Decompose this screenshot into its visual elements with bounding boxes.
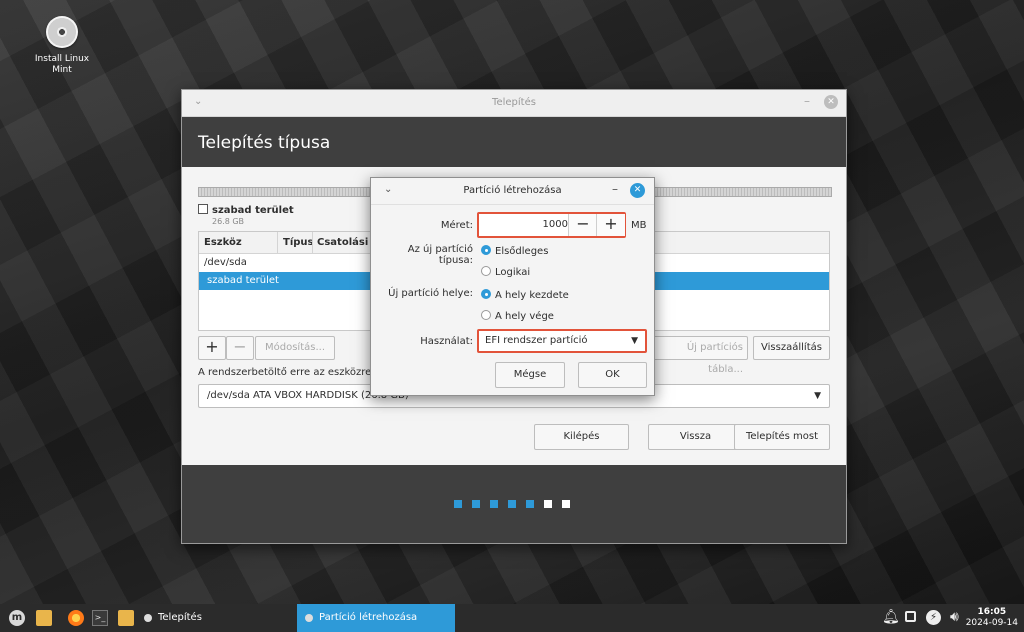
progress-step-dot [526,500,534,508]
radio-logical-label: Logikai [495,267,531,278]
files-launcher-icon[interactable] [36,610,52,626]
close-icon[interactable]: ✕ [630,183,645,198]
create-partition-dialog: ⌄ Partíció létrehozása – ✕ Méret: 1000 −… [370,177,655,396]
cancel-button[interactable]: Mégse [495,362,565,388]
installer-titlebar: ⌄ Telepítés – ✕ [182,90,846,117]
revert-button[interactable]: Visszaállítás [753,336,830,360]
progress-step-dot [544,500,552,508]
taskbar: m >_ Telepítés Partíció létrehozása 🔔︎ ⚡… [0,604,1024,632]
disc-icon [305,614,313,622]
dropdown-arrow-icon: ▼ [631,336,638,346]
radio-unchecked-icon [481,310,491,320]
radio-primary-label: Elsődleges [495,246,549,257]
progress-step-dot [490,500,498,508]
clock[interactable]: 16:05 2024-09-14 [966,607,1018,629]
progress-step-dot [562,500,570,508]
close-icon[interactable]: ✕ [824,95,838,109]
radio-location-start-label: A hely kezdete [495,290,569,301]
size-label: Méret: [440,220,473,231]
bootloader-label: A rendszerbetöltő erre az eszközre ke [198,367,387,378]
ok-button[interactable]: OK [578,362,647,388]
back-button[interactable]: Vissza [648,424,743,450]
radio-primary[interactable]: Elsődleges [481,245,548,257]
column-header-type[interactable]: Típus [283,237,313,248]
task-create-partition-label: Partíció létrehozása [319,612,418,623]
firefox-launcher-icon[interactable] [68,610,84,626]
radio-logical[interactable]: Logikai [481,266,530,278]
use-as-label: Használat: [420,336,473,347]
add-partition-button[interactable]: + [198,336,226,360]
desktop: Install Linux Mint ⌄ Telepítés – ✕ Telep… [0,0,1024,604]
remove-partition-button[interactable]: − [226,336,254,360]
new-partition-table-button[interactable]: Új partíciós tábla... [652,336,748,375]
change-partition-button[interactable]: Módosítás... [255,336,335,360]
partition-location-label: Új partíció helye: [388,288,473,299]
radio-location-end[interactable]: A hely vége [481,310,554,322]
progress-step-dot [508,500,516,508]
radio-checked-icon [481,289,491,299]
size-decrement-button[interactable]: − [568,214,597,236]
bell-icon[interactable]: 🔔︎ [882,609,900,625]
progress-dots [454,498,580,511]
disc-icon [144,614,152,622]
clock-time: 16:05 [977,607,1007,617]
use-as-select[interactable]: EFI rendszer partíció ▼ [477,329,647,353]
installer-footer [182,465,846,543]
mint-menu-icon[interactable]: m [9,610,25,626]
free-space-label: szabad terület [212,205,294,216]
quit-button[interactable]: Kilépés [534,424,629,450]
radio-location-end-label: A hely vége [495,311,554,322]
radio-unchecked-icon [481,266,491,276]
page-title: Telepítés típusa [182,117,846,167]
progress-step-dot [472,500,480,508]
free-space-legend: szabad terület 26.8 GB [198,203,294,226]
task-create-partition[interactable]: Partíció létrehozása [297,604,455,632]
radio-location-start[interactable]: A hely kezdete [481,289,569,301]
size-stepper[interactable]: 1000 − + [477,212,626,238]
partition-type-label: Az új partíció típusa: [407,244,473,266]
display-icon[interactable] [905,611,916,622]
size-unit: MB [631,220,647,231]
legend-swatch-icon [198,204,208,214]
free-space-size: 26.8 GB [212,217,245,226]
desktop-icon-label: Install Linux Mint [34,54,90,75]
minimize-icon[interactable]: – [612,182,618,196]
size-input[interactable]: 1000 [479,214,568,236]
progress-step-dot [454,500,462,508]
disc-icon [46,16,78,48]
volume-icon[interactable]: 🔊︎ [950,609,959,625]
task-installer-label: Telepítés [158,612,202,623]
install-now-button[interactable]: Telepítés most [734,424,830,450]
column-header-device[interactable]: Eszköz [204,237,242,248]
terminal-launcher-icon[interactable]: >_ [92,610,108,626]
power-icon[interactable]: ⚡︎ [926,610,941,625]
minimize-icon[interactable]: – [804,94,810,108]
install-linux-mint-shortcut[interactable]: Install Linux Mint [28,16,96,76]
use-as-value: EFI rendszer partíció [485,335,588,346]
folder-launcher-icon[interactable] [118,610,134,626]
clock-date: 2024-09-14 [965,618,1018,628]
radio-checked-icon [481,245,491,255]
size-increment-button[interactable]: + [596,214,625,236]
installer-window-title: Telepítés [492,97,536,108]
dialog-titlebar: ⌄ Partíció létrehozása – ✕ [371,178,654,205]
task-installer[interactable]: Telepítés [136,604,286,632]
dropdown-arrow-icon: ▼ [814,391,821,401]
